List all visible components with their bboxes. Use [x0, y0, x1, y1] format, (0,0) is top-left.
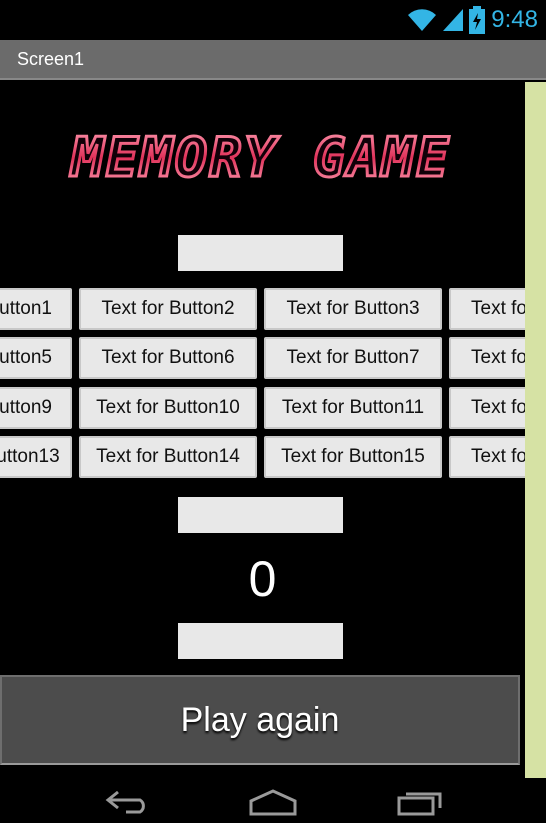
grid-button-1[interactable]: Text for Button1 — [0, 288, 72, 330]
grid-button-10[interactable]: Text for Button10 — [79, 387, 257, 429]
title-bar: Screen1 — [0, 40, 546, 80]
battery-charging-icon — [469, 6, 486, 34]
side-panel — [525, 82, 546, 778]
grid-button-6[interactable]: Text for Button6 — [79, 337, 257, 379]
grid-button-5[interactable]: Text for Button5 — [0, 337, 72, 379]
grid-button-11[interactable]: Text for Button11 — [264, 387, 442, 429]
grid-button-4[interactable]: Text for Button4 — [449, 288, 525, 330]
grid-button-2[interactable]: Text for Button2 — [79, 288, 257, 330]
navigation-bar — [0, 778, 546, 823]
grid-button-15[interactable]: Text for Button15 — [264, 436, 442, 478]
back-icon[interactable] — [104, 788, 152, 814]
home-icon[interactable] — [248, 788, 298, 816]
memory-game-logo: MEMORY GAME — [68, 126, 451, 188]
wifi-icon — [408, 9, 437, 31]
status-label-middle — [178, 497, 343, 533]
grid-button-3[interactable]: Text for Button3 — [264, 288, 442, 330]
grid-button-14[interactable]: Text for Button14 — [79, 436, 257, 478]
status-label-bottom — [178, 623, 343, 659]
score-value: 0 — [248, 551, 277, 607]
grid-button-16[interactable]: Text for Button16 — [449, 436, 525, 478]
screen: MEMORY GAME Text for Button1 Text for Bu… — [0, 82, 525, 778]
play-again-button[interactable]: Play again — [0, 675, 520, 765]
status-time: 9:48 — [491, 6, 538, 33]
grid-button-13[interactable]: Text for Button13 — [0, 436, 72, 478]
screen-title: Screen1 — [17, 49, 85, 69]
recent-apps-icon[interactable] — [396, 788, 444, 816]
grid-button-9[interactable]: Text for Button9 — [0, 387, 72, 429]
signal-icon — [443, 9, 464, 31]
status-label-top — [178, 235, 343, 271]
status-bar: 9:48 — [0, 0, 546, 40]
grid-button-12[interactable]: Text for Button12 — [449, 387, 525, 429]
grid-button-7[interactable]: Text for Button7 — [264, 337, 442, 379]
logo-text: MEMORY GAME — [69, 126, 451, 188]
grid-button-8[interactable]: Text for Button8 — [449, 337, 525, 379]
status-icons: 9:48 — [407, 4, 538, 36]
